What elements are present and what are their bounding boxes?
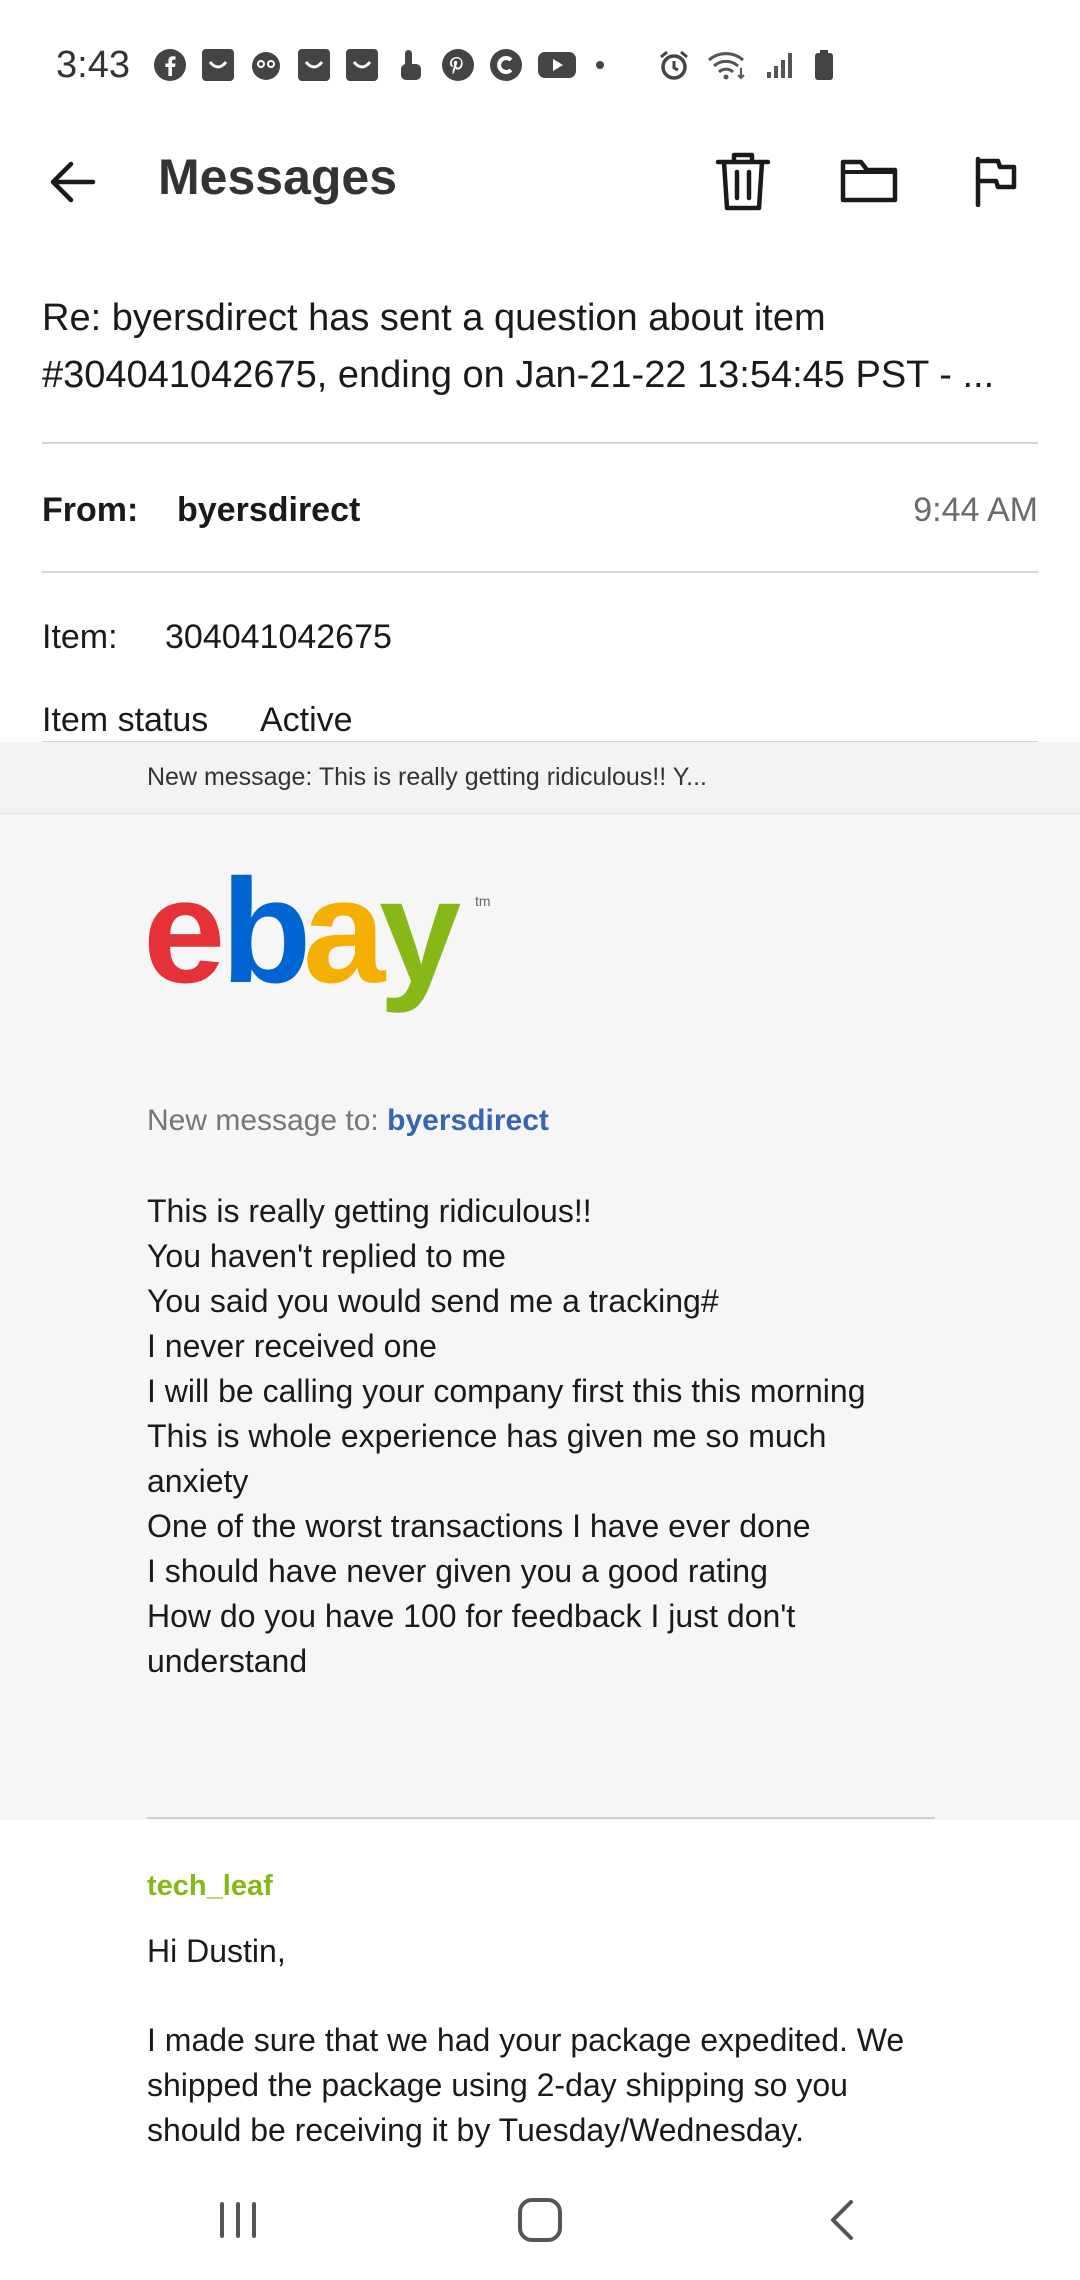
- divider: [42, 442, 1038, 444]
- logo-trademark: tm: [475, 893, 491, 909]
- logo-letter-y: y: [379, 864, 461, 1014]
- reply-line: I made sure that we had your package exp…: [147, 2022, 905, 2058]
- flag-icon: [975, 156, 1017, 207]
- system-icons: [656, 47, 836, 83]
- home-button[interactable]: [500, 2190, 580, 2250]
- item-status-row: Item status Active: [42, 692, 1038, 748]
- trash-icon: [715, 152, 771, 211]
- back-button[interactable]: [40, 150, 104, 214]
- message-body: e b a y tm New message to: byersdirect T…: [0, 814, 1080, 1820]
- recipient-prefix: New message to:: [147, 1104, 379, 1137]
- reply-author[interactable]: tech_leaf: [147, 1870, 273, 1903]
- notification-icon: [248, 47, 284, 83]
- message-line: I should have never given you a good rat…: [147, 1553, 768, 1589]
- message-line: I will be calling your company first thi…: [147, 1373, 866, 1409]
- message-subject: Re: byersdirect has sent a question abou…: [42, 297, 995, 396]
- item-status-label: Item status: [42, 700, 209, 739]
- recipient-line: New message to: byersdirect: [147, 1104, 549, 1138]
- youtube-icon: [536, 47, 578, 83]
- notification-icon: [296, 47, 332, 83]
- move-to-folder-button[interactable]: [834, 146, 904, 216]
- from-sender[interactable]: byersdirect: [177, 491, 360, 530]
- item-number[interactable]: 304041042675: [165, 618, 392, 657]
- pinterest-icon: [440, 47, 476, 83]
- page-title: Messages: [158, 149, 398, 205]
- home-icon: [518, 2198, 562, 2242]
- logo-letter-a: a: [303, 864, 387, 1014]
- back-arrow-icon: [50, 161, 96, 203]
- navigation-bar: [0, 2160, 1080, 2280]
- notification-icons: [152, 47, 610, 83]
- logo-letter-b: b: [221, 864, 306, 1014]
- reply-line: shipped the package using 2-day shipping…: [147, 2067, 848, 2103]
- recent-apps-icon: [220, 2202, 256, 2238]
- reply-text: I made sure that we had your package exp…: [147, 2018, 947, 2153]
- logo-letter-e: e: [143, 864, 221, 1014]
- message-text: This is really getting ridiculous!! You …: [147, 1189, 947, 1684]
- signal-icon: [762, 47, 798, 83]
- battery-icon: [812, 47, 836, 83]
- back-nav-icon: [831, 2200, 853, 2240]
- ebay-logo: e b a y tm: [143, 864, 491, 1014]
- app-bar: Messages: [0, 130, 1080, 230]
- from-label: From:: [42, 490, 139, 529]
- reply-line: should be receiving it by Tuesday/Wednes…: [147, 2112, 804, 2148]
- message-line: This is really getting ridiculous!!: [147, 1193, 592, 1229]
- notification-icon: [200, 47, 236, 83]
- dot-icon: [590, 47, 610, 83]
- alarm-icon: [656, 47, 692, 83]
- from-row: From: byersdirect 9:44 AM: [42, 482, 1038, 538]
- status-bar: 3:43: [0, 0, 1080, 130]
- divider: [42, 571, 1038, 573]
- message-line: You said you would send me a tracking#: [147, 1283, 719, 1319]
- reply-greeting: Hi Dustin,: [147, 1933, 286, 1969]
- notification-icon: [344, 47, 380, 83]
- back-nav-button[interactable]: [802, 2190, 882, 2250]
- flag-button[interactable]: [960, 146, 1030, 216]
- recipient-link[interactable]: byersdirect: [387, 1104, 549, 1137]
- message-line: anxiety: [147, 1463, 249, 1499]
- message-line: understand: [147, 1643, 308, 1679]
- message-line: This is whole experience has given me so…: [147, 1418, 827, 1454]
- message-line: How do you have 100 for feedback I just …: [147, 1598, 796, 1634]
- message-time: 9:44 AM: [913, 490, 1038, 529]
- wifi-icon: [706, 47, 748, 83]
- recent-apps-button[interactable]: [198, 2190, 278, 2250]
- delete-button[interactable]: [708, 146, 778, 216]
- item-status-value: Active: [260, 700, 353, 739]
- message-line: You haven't replied to me: [147, 1238, 506, 1274]
- message-preview: New message: This is really getting ridi…: [0, 742, 1080, 814]
- item-row: Item: 304041042675: [42, 609, 1038, 665]
- app-icon: [488, 47, 524, 83]
- message-line: One of the worst transactions I have eve…: [147, 1508, 811, 1544]
- touch-icon: [392, 47, 428, 83]
- item-label: Item:: [42, 617, 118, 656]
- folder-icon: [840, 159, 898, 203]
- divider: [147, 1817, 935, 1819]
- status-time: 3:43: [56, 43, 130, 86]
- message-line: I never received one: [147, 1328, 437, 1364]
- facebook-icon: [152, 47, 188, 83]
